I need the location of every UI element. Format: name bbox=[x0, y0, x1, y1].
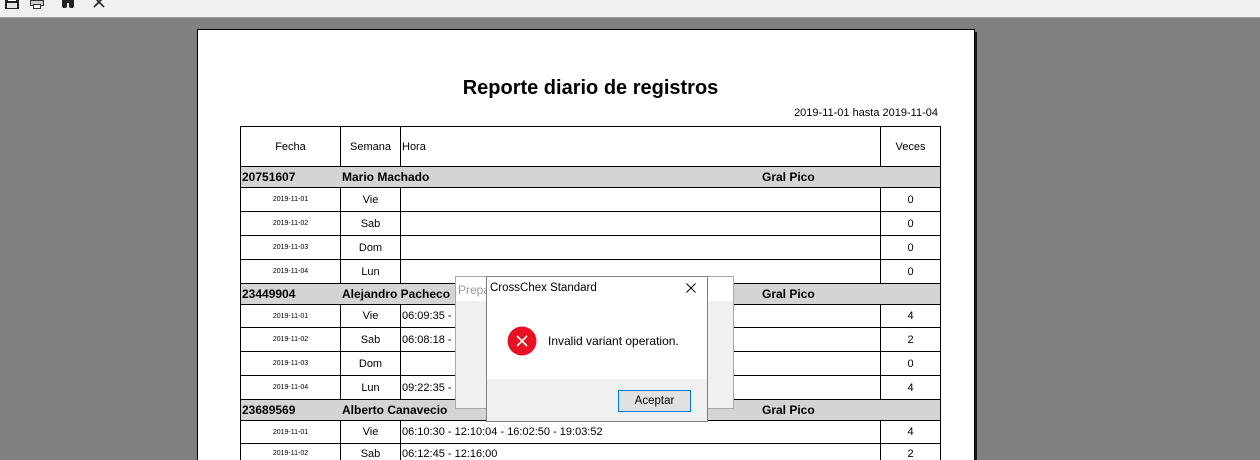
veces-cell: 4 bbox=[907, 381, 914, 394]
semana-cell: Dom bbox=[341, 352, 401, 375]
table-row: 2019-11-01 Vie 06:10:30 - 12:10:04 - 16:… bbox=[241, 421, 940, 444]
close-icon bbox=[686, 283, 696, 293]
dialog-close-button[interactable] bbox=[686, 283, 696, 293]
employee-name: Alberto Canavecio bbox=[342, 403, 448, 417]
close-preview-button[interactable] bbox=[91, 0, 107, 10]
error-message: Invalid variant operation. bbox=[548, 334, 679, 348]
employee-id: 20751607 bbox=[242, 170, 296, 184]
fecha-cell: 2019-11-02 bbox=[241, 328, 341, 351]
fecha-cell: 2019-11-03 bbox=[241, 352, 341, 375]
veces-cell: 4 bbox=[907, 426, 914, 438]
table-row: 2019-11-02 Sab 06:12:45 - 12:16:00 2 bbox=[241, 444, 940, 460]
semana-cell: Vie bbox=[341, 421, 401, 443]
hora-cell: 06:12:45 - 12:16:00 bbox=[401, 444, 881, 460]
table-row: 2019-11-03 Dom 0 bbox=[241, 236, 940, 260]
semana-cell: Vie bbox=[341, 305, 401, 327]
semana-cell: Dom bbox=[341, 236, 401, 259]
dialog-title: CrossChex Standard bbox=[490, 282, 597, 294]
column-header-semana: Semana bbox=[341, 127, 401, 166]
semana-cell: Sab bbox=[341, 328, 401, 351]
employee-group-row: 20751607 Mario Machado Gral Pico bbox=[241, 167, 940, 188]
employee-id: 23689569 bbox=[242, 403, 296, 417]
find-button[interactable] bbox=[60, 0, 76, 10]
employee-location: Gral Pico bbox=[762, 287, 815, 301]
fecha-cell: 2019-11-04 bbox=[241, 376, 341, 399]
semana-cell: Lun bbox=[341, 260, 401, 283]
veces-cell: 0 bbox=[907, 241, 914, 254]
veces-cell: 0 bbox=[907, 265, 914, 278]
save-icon bbox=[5, 0, 19, 9]
column-header-veces: Veces bbox=[895, 140, 926, 153]
semana-cell: Sab bbox=[341, 212, 401, 235]
semana-cell: Sab bbox=[341, 444, 401, 460]
hora-cell bbox=[401, 236, 881, 259]
save-button[interactable] bbox=[4, 0, 20, 10]
employee-location: Gral Pico bbox=[762, 403, 815, 417]
report-title: Reporte diario de registros bbox=[462, 77, 719, 99]
table-row: 2019-11-02 Sab 0 bbox=[241, 212, 940, 236]
error-icon bbox=[507, 326, 537, 356]
print-icon bbox=[30, 0, 44, 9]
report-date-range: 2019-11-01 hasta 2019-11-04 bbox=[794, 107, 938, 119]
employee-name: Mario Machado bbox=[342, 170, 430, 184]
hora-cell bbox=[401, 188, 881, 211]
veces-cell: 0 bbox=[907, 357, 914, 370]
fecha-cell: 2019-11-02 bbox=[241, 212, 341, 235]
page-shadow bbox=[975, 32, 977, 460]
veces-cell: 2 bbox=[907, 448, 914, 460]
column-header-fecha: Fecha bbox=[241, 127, 341, 166]
veces-cell: 2 bbox=[907, 333, 914, 346]
fecha-cell: 2019-11-01 bbox=[241, 305, 341, 327]
print-button[interactable] bbox=[29, 0, 45, 10]
semana-cell: Vie bbox=[341, 188, 401, 211]
veces-cell: 0 bbox=[907, 193, 914, 206]
hora-cell bbox=[401, 212, 881, 235]
hora-cell: 06:10:30 - 12:10:04 - 16:02:50 - 19:03:5… bbox=[401, 421, 881, 443]
veces-cell: 0 bbox=[907, 217, 914, 230]
fecha-cell: 2019-11-02 bbox=[241, 444, 341, 460]
employee-id: 23449904 bbox=[242, 287, 296, 301]
close-icon bbox=[93, 0, 105, 8]
employee-location: Gral Pico bbox=[762, 170, 815, 184]
binoculars-icon bbox=[62, 0, 74, 8]
semana-cell: Lun bbox=[341, 376, 401, 399]
ok-button[interactable]: Aceptar bbox=[618, 390, 691, 412]
veces-cell: 4 bbox=[907, 310, 914, 322]
table-header-row: Fecha Semana Hora Veces bbox=[241, 127, 940, 167]
preview-toolbar bbox=[0, 0, 1260, 18]
error-message-dialog: CrossChex Standard Invalid variant opera… bbox=[486, 276, 708, 422]
employee-name: Alejandro Pacheco bbox=[342, 287, 451, 301]
fecha-cell: 2019-11-04 bbox=[241, 260, 341, 283]
column-header-hora: Hora bbox=[401, 127, 881, 166]
fecha-cell: 2019-11-01 bbox=[241, 421, 341, 443]
fecha-cell: 2019-11-03 bbox=[241, 236, 341, 259]
fecha-cell: 2019-11-01 bbox=[241, 188, 341, 211]
table-row: 2019-11-01 Vie 0 bbox=[241, 188, 940, 212]
